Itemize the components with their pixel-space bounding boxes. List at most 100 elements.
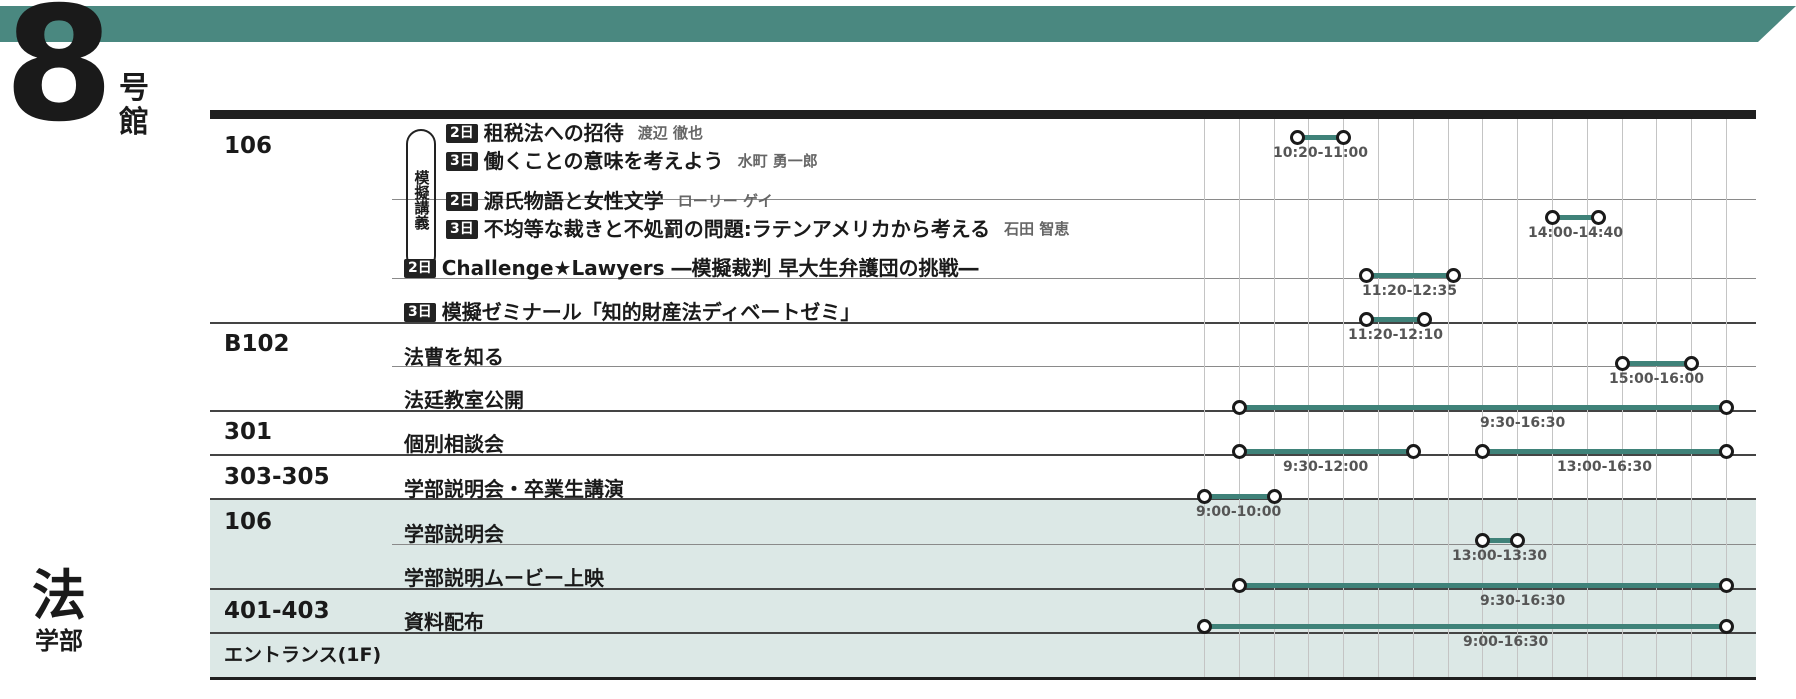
event-title: 3日 働くことの意味を考えよう 水町 勇一郎	[446, 148, 818, 174]
lecturer-name: 石田 智恵	[1004, 220, 1070, 238]
time-marker	[1591, 210, 1607, 225]
day-badge: 2日	[446, 123, 478, 143]
time-bar	[1238, 405, 1726, 410]
building-number: 8	[4, 0, 114, 157]
event-name: 不均等な裁きと不処罰の問題:ラテンアメリカから考える	[483, 217, 991, 241]
event-name: 法曹を知る	[404, 345, 504, 369]
event-title: 学部説明ムービー上映	[404, 565, 604, 591]
faculty-label: 法 学部	[24, 566, 94, 656]
room-401-403: 401-403	[224, 598, 330, 624]
building-suffix: 号館	[119, 71, 149, 140]
time-marker	[1289, 130, 1305, 145]
room-entrance: エントランス(1F)	[224, 644, 382, 666]
time-label: 11:20-12:35	[1362, 283, 1457, 299]
time-marker	[1719, 578, 1734, 593]
faculty-name-large: 法	[32, 564, 86, 627]
time-gridline	[1622, 119, 1623, 677]
time-gridline	[1413, 119, 1414, 677]
event-name: 学部説明会・卒業生講演	[404, 477, 624, 501]
event-name: 個別相談会	[404, 432, 504, 456]
event-name: 源氏物語と女性文学	[483, 189, 664, 213]
event-title: 法曹を知る	[404, 344, 504, 370]
time-gridline	[1656, 119, 1657, 677]
event-title: 3日 模擬ゼミナール「知的財産法ディベートゼミ」	[404, 299, 860, 325]
time-marker	[1266, 489, 1282, 504]
time-marker	[1231, 400, 1247, 415]
event-name: 資料配布	[404, 610, 484, 634]
mock-lecture-bracket: 模擬講義	[406, 129, 436, 271]
table-bottom-rule	[210, 677, 1756, 680]
time-gridline	[1378, 119, 1379, 677]
time-label: 11:20-12:10	[1348, 327, 1443, 343]
room-b102: B102	[224, 331, 290, 357]
time-bar	[1482, 449, 1726, 454]
time-marker	[1359, 268, 1375, 283]
event-title: 学部説明会	[404, 521, 504, 547]
day-badge: 2日	[404, 258, 436, 278]
time-marker	[1336, 130, 1352, 145]
event-title: 3日 不均等な裁きと不処罰の問題:ラテンアメリカから考える 石田 智恵	[446, 216, 1069, 242]
time-bar	[1366, 317, 1425, 322]
day-badge: 3日	[446, 219, 478, 239]
time-label: 9:30-12:00	[1283, 459, 1369, 475]
time-marker	[1446, 268, 1462, 283]
time-marker	[1545, 210, 1560, 225]
header-band	[0, 6, 1796, 42]
event-title: 2日 租税法への招待 渡辺 徹也	[446, 120, 703, 146]
event-title: 2日 Challenge★Lawyers ―模擬裁判 早大生弁護団の挑戦―	[404, 255, 979, 281]
time-gridline	[1726, 119, 1727, 677]
room-303-305: 303-305	[224, 464, 330, 490]
time-gridline	[1691, 119, 1692, 677]
time-label: 9:30-16:30	[1480, 593, 1566, 609]
time-gridline	[1308, 119, 1309, 677]
day-badge: 3日	[446, 151, 478, 171]
time-marker	[1684, 356, 1700, 371]
time-bar	[1621, 361, 1692, 366]
time-label: 9:30-16:30	[1480, 415, 1566, 431]
time-marker	[1197, 619, 1212, 634]
event-title: 学部説明会・卒業生講演	[404, 476, 624, 502]
time-bar	[1204, 624, 1726, 629]
lecturer-name: 水町 勇一郎	[737, 152, 818, 170]
time-label: 9:00-10:00	[1196, 504, 1282, 520]
time-marker	[1614, 356, 1630, 371]
time-label: 10:20-11:00	[1273, 145, 1368, 161]
event-name: 学部説明ムービー上映	[404, 566, 604, 590]
event-title: 資料配布	[404, 609, 484, 635]
time-label: 13:00-13:30	[1452, 548, 1547, 564]
time-bar	[1204, 494, 1274, 499]
event-name: 働くことの意味を考えよう	[483, 149, 724, 173]
time-label: 9:00-16:30	[1463, 634, 1549, 650]
time-marker	[1417, 312, 1433, 327]
time-gridline	[1204, 119, 1205, 677]
time-marker	[1719, 400, 1734, 415]
time-marker	[1359, 312, 1375, 327]
lecturer-name: 渡辺 徹也	[637, 124, 703, 142]
time-gridline	[1239, 119, 1240, 677]
event-title: 法廷教室公開	[404, 387, 524, 413]
time-marker	[1231, 578, 1247, 593]
time-label: 14:00-14:40	[1528, 225, 1623, 241]
time-marker	[1475, 444, 1491, 459]
event-name: 模擬ゼミナール「知的財産法ディベートゼミ」	[441, 300, 861, 324]
time-bar	[1238, 583, 1726, 588]
event-name: 学部説明会	[404, 522, 504, 546]
time-bar	[1238, 449, 1413, 454]
room-106-faculty: 106	[224, 509, 273, 535]
time-label: 15:00-16:00	[1609, 371, 1704, 387]
event-title: 個別相談会	[404, 431, 504, 457]
time-gridline	[1343, 119, 1344, 677]
event-name: 法廷教室公開	[404, 388, 524, 412]
time-gridline	[1448, 119, 1449, 677]
time-marker	[1719, 444, 1734, 459]
time-gridline	[1587, 119, 1588, 677]
event-name: Challenge★Lawyers ―模擬裁判 早大生弁護団の挑戦―	[441, 256, 979, 280]
room-106: 106	[224, 133, 273, 159]
lecturer-name: ローリー ゲイ	[677, 192, 773, 210]
room-301: 301	[224, 419, 273, 445]
event-title: 2日 源氏物語と女性文学 ローリー ゲイ	[446, 188, 773, 214]
day-badge: 2日	[446, 191, 478, 211]
event-name: 租税法への招待	[483, 121, 624, 145]
faculty-name-small: 学部	[35, 627, 83, 655]
time-marker	[1719, 619, 1734, 634]
